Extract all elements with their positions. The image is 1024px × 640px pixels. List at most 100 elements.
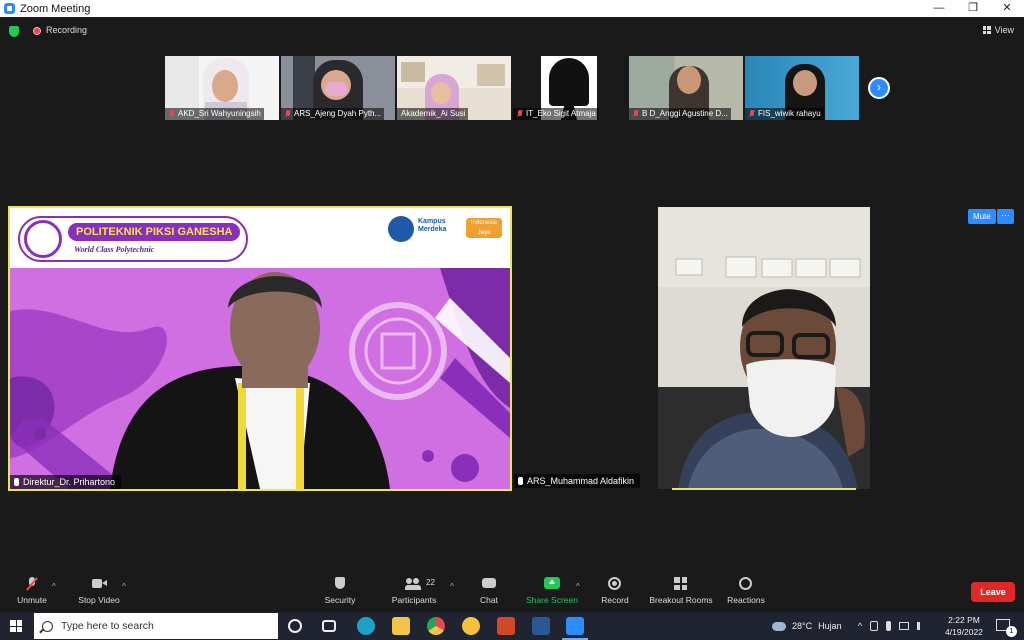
more-options-button[interactable]: ··· bbox=[997, 209, 1014, 224]
breakout-rooms-icon bbox=[672, 577, 690, 591]
rain-cloud-icon bbox=[772, 621, 786, 631]
muted-mic-icon bbox=[285, 110, 291, 118]
mic-icon bbox=[14, 478, 19, 486]
microphone-tray-icon[interactable] bbox=[886, 621, 892, 631]
participant-name-tag: ARS_Muhammad Aldafikin bbox=[514, 474, 641, 488]
leave-button[interactable]: Leave bbox=[971, 582, 1015, 602]
participant-thumbnail[interactable]: ARS_Ajeng Dyah Pyth... bbox=[281, 56, 395, 120]
edge-browser-icon[interactable] bbox=[357, 617, 375, 635]
file-explorer-icon[interactable] bbox=[392, 617, 410, 635]
kampus-merdeka-logo: Kampus Merdeka bbox=[418, 218, 447, 233]
zoom-meeting-window: Zoom Meeting — ❐ ✕ Recording View AKD_Sr… bbox=[0, 0, 1024, 640]
thumbnail-caption: IT_Eko Sigit Atmaja bbox=[513, 108, 599, 120]
video-camera-icon bbox=[90, 577, 108, 591]
speaking-indicator bbox=[672, 488, 856, 490]
show-hidden-icons-chevron-icon[interactable]: ^ bbox=[858, 621, 862, 631]
active-speaker-video[interactable]: POLITEKNIK PIKSI GANESHA World Class Pol… bbox=[8, 206, 512, 491]
encryption-shield-icon[interactable] bbox=[9, 26, 19, 37]
thumbnail-caption: Akademik_Ai Susi bbox=[397, 108, 469, 120]
search-icon bbox=[42, 620, 53, 632]
share-screen-button[interactable]: Share Screen bbox=[526, 577, 578, 605]
muted-mic-icon bbox=[169, 110, 175, 118]
video-options-caret[interactable]: ^ bbox=[122, 582, 126, 591]
stop-video-label: Stop Video bbox=[78, 595, 120, 605]
windows-taskbar: Type here to search 28°C Hujan ^ 2:22 PM… bbox=[0, 612, 1024, 640]
participant-video[interactable] bbox=[658, 207, 870, 489]
windows-start-icon[interactable] bbox=[10, 620, 22, 632]
mic-icon bbox=[518, 477, 523, 485]
minimize-button[interactable]: — bbox=[922, 0, 956, 17]
webcam-icon[interactable] bbox=[870, 621, 879, 631]
taskbar-search-box[interactable]: Type here to search bbox=[34, 613, 278, 639]
view-label: View bbox=[994, 25, 1014, 35]
thumbnail-caption: AKD_Sri Wahyuningsih bbox=[165, 108, 264, 120]
next-page-arrow-icon[interactable]: › bbox=[868, 77, 890, 99]
participant-thumbnail[interactable]: Akademik_Ai Susi bbox=[397, 56, 511, 120]
tut-wuri-logo-icon bbox=[388, 216, 414, 242]
notification-count-badge: 1 bbox=[1006, 626, 1017, 637]
grid-view-icon bbox=[982, 26, 991, 34]
word-icon[interactable] bbox=[532, 617, 550, 635]
thumbnail-caption: FIS_wiwik rahayu bbox=[745, 108, 824, 120]
participant-thumbnail[interactable]: IT_Eko Sigit Atmaja bbox=[513, 56, 627, 120]
meeting-info-bar: Recording View bbox=[0, 17, 1024, 45]
clock-time: 2:22 PM bbox=[948, 615, 980, 625]
record-icon bbox=[606, 577, 624, 591]
participants-options-caret[interactable]: ^ bbox=[450, 582, 454, 591]
share-options-caret[interactable]: ^ bbox=[576, 582, 580, 591]
participant-name: Akademik_Ai Susi bbox=[401, 109, 466, 118]
muted-microphone-icon bbox=[23, 577, 41, 591]
powerpoint-icon[interactable] bbox=[497, 617, 515, 635]
window-controls: — ❐ ✕ bbox=[922, 0, 1024, 17]
zoom-app-icon[interactable] bbox=[562, 617, 588, 640]
speaker-name: Direktur_Dr. Prihartono bbox=[23, 477, 116, 487]
zoom-logo-icon bbox=[4, 3, 15, 14]
view-button[interactable]: View bbox=[982, 25, 1014, 35]
mute-participant-button[interactable]: Mute bbox=[968, 209, 996, 224]
unmute-button[interactable]: Unmute bbox=[14, 577, 50, 605]
system-tray: ^ bbox=[858, 612, 927, 640]
security-button[interactable]: Security bbox=[320, 577, 360, 605]
participant-name: ARS_Muhammad Aldafikin bbox=[527, 476, 635, 486]
recording-label[interactable]: Recording bbox=[46, 25, 87, 35]
network-icon[interactable] bbox=[899, 622, 910, 630]
participant-thumbnail[interactable]: AKD_Sri Wahyuningsih bbox=[165, 56, 279, 120]
meeting-toolbar: Unmute ^ Stop Video ^ Security Participa… bbox=[0, 572, 1024, 612]
title-bar: Zoom Meeting — ❐ ✕ bbox=[0, 0, 1024, 17]
task-view-icon[interactable] bbox=[322, 620, 336, 632]
clock-date: 4/19/2022 bbox=[945, 627, 983, 637]
participant-thumbnail[interactable]: B D_Anggi Agustine D... bbox=[629, 56, 743, 120]
security-label: Security bbox=[324, 595, 356, 605]
close-button[interactable]: ✕ bbox=[990, 0, 1024, 17]
restore-button[interactable]: ❐ bbox=[956, 0, 990, 17]
chrome-browser-icon[interactable] bbox=[427, 617, 445, 635]
taskbar-clock[interactable]: 2:22 PM 4/19/2022 bbox=[938, 614, 990, 638]
audio-options-caret[interactable]: ^ bbox=[52, 582, 56, 591]
participants-count-badge: 22 bbox=[426, 578, 435, 587]
participant-name: B D_Anggi Agustine D... bbox=[642, 109, 728, 118]
reactions-button[interactable]: Reactions bbox=[724, 577, 768, 605]
breakout-rooms-button[interactable]: Breakout Rooms bbox=[648, 577, 714, 605]
participant-name: AKD_Sri Wahyuningsih bbox=[178, 109, 261, 118]
participant-thumbnail[interactable]: FIS_wiwik rahayu bbox=[745, 56, 859, 120]
recording-dot-icon bbox=[33, 27, 41, 35]
emoji-app-icon[interactable] bbox=[462, 617, 480, 635]
participants-label: Participants bbox=[391, 595, 437, 605]
window-title: Zoom Meeting bbox=[20, 2, 91, 15]
stop-video-button[interactable]: Stop Video bbox=[75, 577, 123, 605]
volume-icon[interactable] bbox=[917, 622, 927, 630]
weather-widget[interactable]: 28°C Hujan bbox=[772, 612, 842, 640]
chat-label: Chat bbox=[480, 595, 498, 605]
share-screen-icon bbox=[543, 577, 561, 591]
participant-name: FIS_wiwik rahayu bbox=[758, 109, 821, 118]
cortana-icon[interactable] bbox=[288, 619, 302, 633]
speaker-name-tag: Direktur_Dr. Prihartono bbox=[10, 475, 122, 489]
chat-button[interactable]: Chat bbox=[476, 577, 502, 605]
security-shield-icon bbox=[331, 577, 349, 591]
muted-mic-icon bbox=[749, 110, 755, 118]
share-screen-label: Share Screen bbox=[526, 595, 578, 605]
record-button[interactable]: Record bbox=[598, 577, 632, 605]
participants-icon bbox=[405, 577, 423, 591]
unmute-label: Unmute bbox=[17, 595, 47, 605]
partner-logo: Indonesia Jaya bbox=[466, 218, 502, 238]
